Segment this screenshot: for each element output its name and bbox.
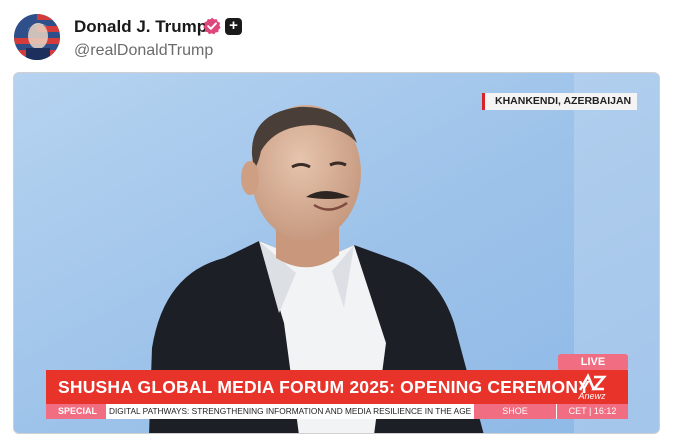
logo-wordmark: Anewz xyxy=(578,391,606,401)
ticker-segment: SHOE xyxy=(474,404,556,419)
post-header: Donald J. Trump + @realDonaldTrump xyxy=(0,0,677,72)
channel-logo: Anewz xyxy=(564,373,620,401)
avatar[interactable] xyxy=(14,14,60,60)
anewz-logo-icon xyxy=(578,373,607,391)
ticker-label: SPECIAL xyxy=(46,404,106,419)
user-handle[interactable]: @realDonaldTrump xyxy=(74,42,213,60)
verified-badge-icon xyxy=(203,17,221,35)
location-tag: KHANKENDI, AZERBAIJAN xyxy=(482,93,638,110)
headline-text: SHUSHA GLOBAL MEDIA FORUM 2025: OPENING … xyxy=(58,377,591,397)
plus-icon[interactable]: + xyxy=(225,18,242,35)
news-ticker: SPECIAL DIGITAL PATHWAYS: STRENGTHENING … xyxy=(46,404,628,419)
ticker-text: DIGITAL PATHWAYS: STRENGTHENING INFORMAT… xyxy=(106,404,474,419)
lower-third-headline-bar: SHUSHA GLOBAL MEDIA FORUM 2025: OPENING … xyxy=(46,370,628,404)
flag-portrait-icon xyxy=(14,14,60,60)
live-badge: LIVE xyxy=(558,354,628,371)
display-name[interactable]: Donald J. Trump xyxy=(74,17,207,37)
ticker-time: CET | 16:12 xyxy=(556,404,628,419)
video-frame[interactable]: KHANKENDI, AZERBAIJAN LIVE SHUSHA GLOBAL… xyxy=(13,72,660,434)
